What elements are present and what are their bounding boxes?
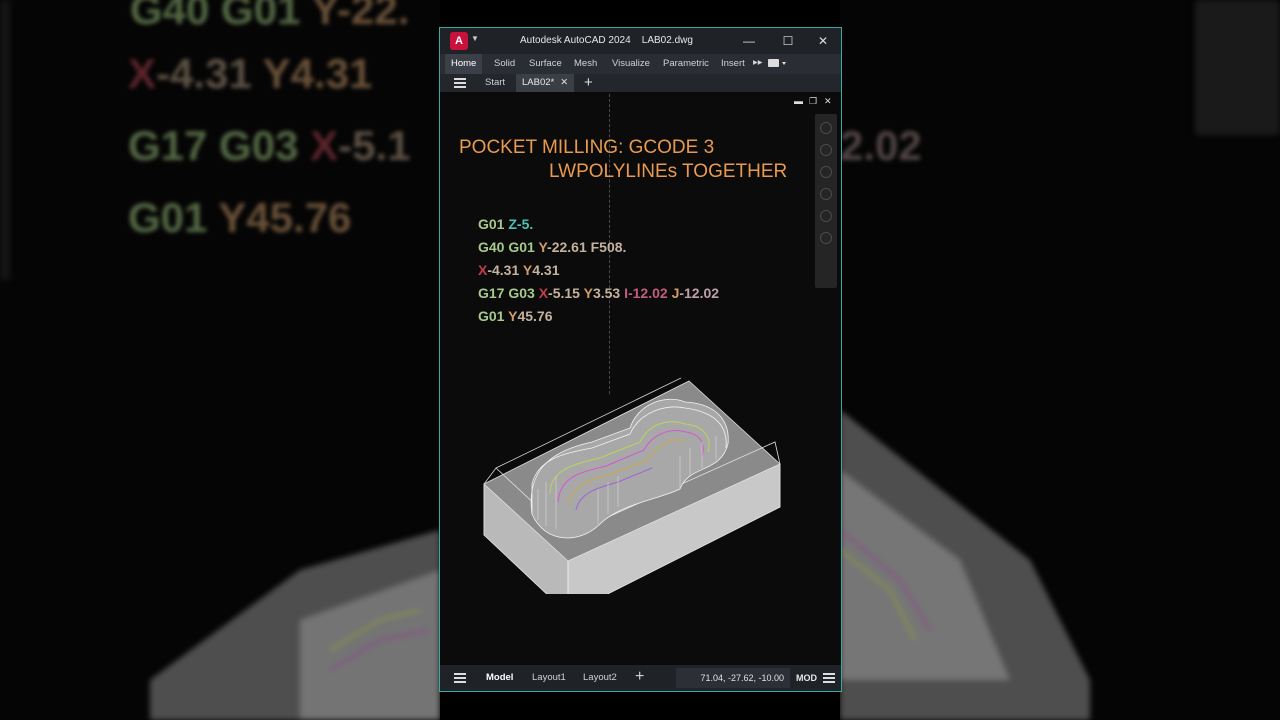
gcode-token: X [538,285,549,301]
drawing-canvas[interactable]: ▬ ❐ ✕ POCKET MILLING: GCODE 3 LWPOLYLINE… [440,94,841,664]
bg-edge [0,0,10,280]
background-left: G40 G01 Y-22. X-4.31 Y4.31 G17 G03 X-5.1… [0,0,440,720]
viewport-minimize-icon[interactable]: ▬ [794,96,803,106]
headline-line-2: LWPOLYLINEs TOGETHER [549,161,788,182]
title-bar: A ▼ Autodesk AutoCAD 2024 LAB02.dwg — ☐ … [440,28,841,54]
status-customize-icon[interactable] [823,673,835,685]
tab-model[interactable]: Model [486,672,513,683]
tab-layout1[interactable]: Layout1 [532,672,566,683]
bg-gcode-fragment: 2.02 [840,122,922,169]
orbit-icon[interactable] [820,188,832,200]
gcode-line: G01 Z-5. [478,216,533,232]
headline-line-1: POCKET MILLING: GCODE 3 [459,137,715,158]
showmotion-icon[interactable] [820,210,832,222]
gcode-token: Z [508,216,517,232]
tab-mesh[interactable]: Mesh [574,58,597,69]
tab-visualize[interactable]: Visualize [612,58,650,69]
bg-gcode-line-4: G01 Y45.76 [128,194,352,241]
tab-insert[interactable]: Insert [721,58,745,69]
app-title: Autodesk AutoCAD 2024 [520,35,631,46]
tab-surface[interactable]: Surface [529,58,562,69]
gcode-token: -4.31 [487,262,523,278]
navigation-bar[interactable] [815,114,837,288]
bg-gcode-line-2: X-4.31 Y4.31 [128,50,373,97]
add-layout-button[interactable]: + [635,668,644,686]
tab-start[interactable]: Start [485,77,505,88]
autocad-logo-icon[interactable]: A [450,32,468,50]
bg-block-shape-right [840,410,1090,720]
gcode-token: Y [522,262,533,278]
steering-wheel-icon[interactable] [820,122,832,134]
close-tab-icon[interactable]: ✕ [560,77,568,88]
tab-parametric[interactable]: Parametric [663,58,709,69]
gcode-token: -5.15 [548,285,584,301]
more-tabs-icon[interactable]: ▸▸ [753,57,763,68]
tab-layout2[interactable]: Layout2 [583,672,617,683]
workspace-switch-icon[interactable] [767,57,787,72]
gcode-token: Y [583,285,593,301]
pan-icon[interactable] [820,144,832,156]
gcode-line: G40 G01 Y-22.61 F508. [478,239,626,255]
tab-lab02-label: LAB02* [522,77,555,88]
gcode-line: G01 Y45.76 [478,308,553,324]
bg-gcode-line-3: G17 G03 X-5.1 [128,122,411,169]
bg-navbar [1195,0,1280,135]
maximize-button[interactable]: ☐ [778,31,798,51]
viewport-close-icon[interactable]: ✕ [824,96,832,107]
gcode-token: F508. [590,239,627,255]
tab-home[interactable]: Home [445,54,483,74]
gcode-token: -22.61 [547,239,591,255]
gcode-line: G17 G03 X-5.15 Y3.53 I-12.02 J-12.02 [478,285,719,301]
gcode-token: X [478,262,488,278]
background-right: 2.02 [840,0,1280,720]
file-tab-menu-icon[interactable] [454,78,466,90]
gcode-token: Y [538,239,548,255]
gcode-token: 3.53 [592,285,625,301]
zoom-icon[interactable] [820,166,832,178]
tab-lab02[interactable]: LAB02* ✕ [516,74,575,92]
file-name: LAB02.dwg [641,35,693,46]
gcode-token: 4.31 [532,262,560,278]
gcode-token: G01 [478,308,509,324]
coordinates-readout: 71.04, -27.62, -10.00 [676,668,790,688]
gcode-token: -12.02 [627,285,672,301]
window-title: Autodesk AutoCAD 2024 LAB02.dwg [520,35,693,46]
file-tabs-bar: Start LAB02* ✕ + [440,74,841,92]
pocket-milling-3d-model [483,377,781,594]
gcode-token: -12.02 [679,285,720,301]
autocad-window: A ▼ Autodesk AutoCAD 2024 LAB02.dwg — ☐ … [439,27,842,692]
gcode-token: -5. [516,216,534,232]
gcode-token: G01 [478,216,509,232]
tab-solid[interactable]: Solid [494,58,515,69]
ribbon-tabs: Home Solid Surface Mesh Visualize Parame… [440,54,841,74]
bg-gcode-line-1: G40 G01 Y-22. [130,0,410,33]
status-menu-icon[interactable] [454,673,466,685]
screen: G40 G01 Y-22. X-4.31 Y4.31 G17 G03 X-5.1… [0,0,1280,720]
bg-block-shape-left [150,530,440,720]
viewport-restore-icon[interactable]: ❐ [809,96,817,107]
gcode-token: G17 G03 [478,285,539,301]
app-menu-caret-icon[interactable]: ▼ [471,34,479,43]
workspace-icon [768,59,786,67]
gcode-token: 45.76 [517,308,553,324]
status-bar: Model Layout1 Layout2 + 71.04, -27.62, -… [440,665,841,691]
gcode-token: G40 G01 [478,239,539,255]
minimize-button[interactable]: — [739,31,759,51]
view-icon[interactable] [820,232,832,244]
model-space-toggle[interactable]: MOD [796,673,817,683]
new-tab-button[interactable]: + [584,74,593,91]
gcode-line: X-4.31 Y4.31 [478,262,559,278]
close-button[interactable]: ✕ [813,31,833,51]
